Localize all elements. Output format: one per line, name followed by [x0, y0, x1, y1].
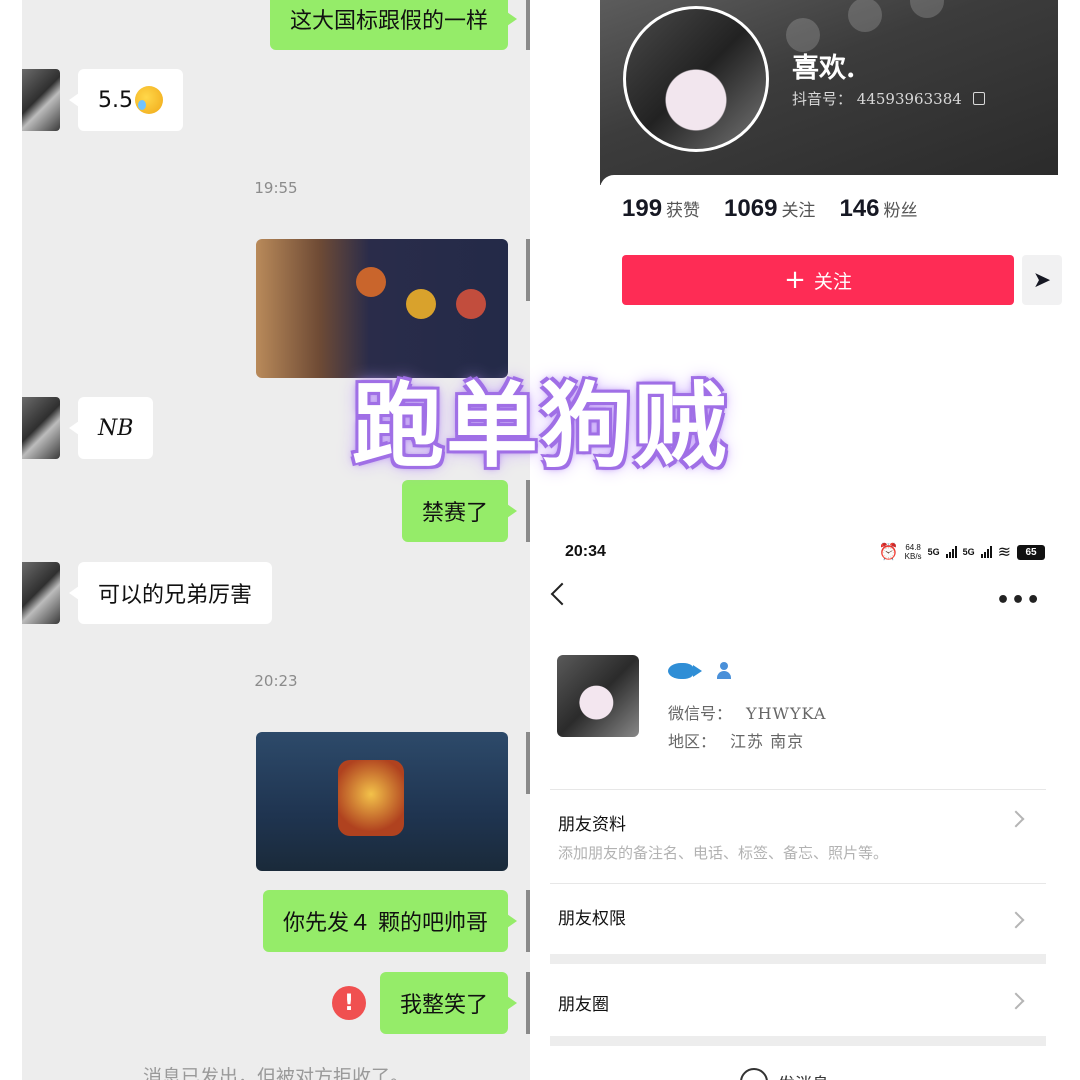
stat-number: 1069 — [724, 195, 778, 222]
douyin-id-value: 44593963384 — [856, 90, 962, 108]
stat-number: 199 — [622, 195, 663, 222]
game-badge-icon — [406, 289, 436, 319]
person-icon — [716, 662, 732, 680]
wechat-id-label: 微信号： — [668, 704, 733, 723]
region-line: 地区： 江苏 南京 — [668, 728, 804, 752]
chat-timestamp: 20:23 — [254, 672, 298, 690]
rank-emblem-icon — [338, 760, 404, 836]
moments-title: 朋友圈 — [558, 995, 609, 1015]
follow-label: 关注 — [813, 270, 852, 293]
chat-timestamp: 19:55 — [254, 179, 298, 197]
message-incoming[interactable]: 可以的兄弟厉害 — [68, 562, 273, 624]
profile-avatar[interactable] — [623, 6, 769, 152]
douyin-profile-panel: 喜欢. 抖音号： 44593963384 199 获赞 1069 关注 146 粉丝 … — [530, 0, 1080, 330]
profile-name: 喜欢. — [792, 53, 856, 84]
wifi-icon: ≋ — [997, 544, 1011, 561]
network-speed-unit: KB/s — [904, 552, 922, 561]
signal-icon — [980, 546, 992, 558]
stat-following[interactable]: 1069 关注 — [724, 195, 815, 223]
contact-avatar[interactable] — [557, 655, 639, 737]
stat-label: 获赞 — [666, 201, 701, 221]
friend-profile-row[interactable]: 朋友资料 添加朋友的备注名、电话、标签、备忘、照片等。 — [550, 790, 1046, 882]
send-failed-icon[interactable]: ! — [331, 986, 366, 1020]
stat-number: 146 — [839, 195, 880, 222]
message-text: 5.5 — [98, 87, 133, 113]
back-icon[interactable] — [550, 582, 574, 606]
send-icon: ➤ — [1032, 267, 1052, 293]
chevron-right-icon — [1007, 810, 1025, 828]
wechat-contact-panel: 20:34 ⏰ 64.8 KB/s 5G 5G ≋ 65 ••• 微信号： YHW… — [530, 520, 1080, 1080]
message-text: 这大国标跟假的一样 — [269, 0, 518, 50]
message-content: 5.5 — [69, 69, 183, 131]
copy-icon[interactable] — [972, 92, 985, 105]
stat-followers[interactable]: 146 粉丝 — [839, 195, 917, 223]
stat-label: 关注 — [781, 201, 816, 221]
network-type: 5G — [962, 547, 975, 557]
message-button[interactable]: ➤ — [1022, 255, 1062, 305]
chat-panel: 这大国标跟假的一样 5.5 19:55 NB 禁赛了 可以的兄弟厉害 20:23… — [22, 0, 530, 1080]
section-gap — [550, 954, 1046, 964]
network-type: 5G — [927, 547, 940, 557]
message-text: 可以的兄弟厉害 — [68, 562, 273, 624]
chevron-right-icon — [1007, 992, 1025, 1010]
follow-button[interactable]: + 关注 — [622, 255, 1014, 305]
wechat-id-line: 微信号： YHWYKA — [668, 700, 826, 724]
contact-avatar[interactable] — [22, 69, 60, 131]
message-outgoing[interactable]: 禁赛了 — [401, 480, 518, 542]
network-speed: 64.8 KB/s — [905, 543, 922, 561]
chevron-right-icon — [1007, 911, 1025, 929]
status-time: 20:34 — [565, 543, 606, 560]
moments-row[interactable]: 朋友圈 — [550, 964, 1046, 1036]
crying-laughing-emoji-icon — [135, 86, 163, 114]
friend-permissions-title: 朋友权限 — [558, 909, 626, 929]
network-speed-value: 64.8 — [905, 543, 921, 552]
status-bar: 20:34 ⏰ 64.8 KB/s 5G 5G ≋ 65 — [565, 540, 1045, 564]
stat-label: 粉丝 — [883, 201, 918, 221]
wechat-id-value: YHWYKA — [746, 704, 827, 723]
send-message-button[interactable]: 发消息 — [740, 1068, 829, 1080]
battery-icon: 65 — [1017, 544, 1045, 560]
region-value: 江苏 南京 — [730, 732, 805, 751]
douyin-id: 抖音号： 44593963384 — [792, 88, 985, 109]
contact-badges — [668, 662, 732, 680]
send-message-label: 发消息 — [778, 1070, 829, 1080]
friend-profile-subtitle: 添加朋友的备注名、电话、标签、备忘、照片等。 — [558, 844, 889, 862]
status-icons: ⏰ 64.8 KB/s 5G 5G ≋ 65 — [879, 542, 1045, 562]
game-badge-icon — [456, 289, 486, 319]
region-label: 地区： — [668, 732, 717, 751]
fish-icon — [668, 663, 702, 679]
message-incoming[interactable]: 5.5 — [69, 69, 183, 131]
section-gap — [550, 1036, 1046, 1046]
plus-icon: + — [784, 265, 806, 295]
message-text: 禁赛了 — [401, 480, 518, 542]
contact-avatar[interactable] — [22, 562, 60, 624]
overlay-caption: 跑单狗贼 — [351, 373, 728, 480]
game-screenshot-image[interactable] — [256, 732, 508, 871]
more-icon[interactable]: ••• — [996, 588, 1041, 613]
game-badge-icon — [356, 267, 386, 297]
message-outgoing[interactable]: 这大国标跟假的一样 — [269, 0, 518, 50]
message-icon — [740, 1068, 768, 1080]
profile-stats: 199 获赞 1069 关注 146 粉丝 — [622, 195, 917, 223]
message-text: 我整笑了 — [379, 972, 518, 1034]
signal-icon — [945, 546, 957, 558]
douyin-id-label: 抖音号： — [792, 90, 853, 108]
message-text: 你先发４ 颗的吧帅哥 — [263, 890, 517, 952]
friend-permissions-row[interactable]: 朋友权限 — [550, 884, 1046, 954]
alarm-icon: ⏰ — [878, 544, 899, 561]
friend-profile-title: 朋友资料 — [558, 815, 626, 835]
rejected-notice: 消息已发出，但被对方拒收了。 — [142, 1066, 409, 1080]
stat-likes[interactable]: 199 获赞 — [622, 195, 700, 223]
message-outgoing[interactable]: 你先发４ 颗的吧帅哥 — [263, 890, 517, 952]
message-outgoing-failed[interactable]: ! 我整笑了 — [331, 972, 518, 1034]
